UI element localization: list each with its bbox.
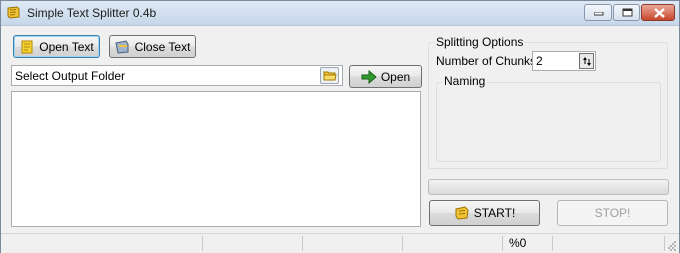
spin-arrows-icon [583, 57, 591, 66]
status-panel-3 [303, 236, 403, 251]
close-text-label: Close Text [134, 39, 191, 54]
yellow-note-icon [21, 40, 33, 53]
maximize-button[interactable] [613, 4, 640, 21]
app-icon [7, 6, 20, 19]
close-icon [654, 8, 665, 18]
splitting-options-title: Splitting Options [434, 35, 526, 49]
browse-folder-button[interactable] [320, 67, 339, 84]
open-text-button[interactable]: Open Text [13, 35, 100, 58]
app-window: Simple Text Splitter 0.4b Open Text Clos… [0, 0, 680, 253]
output-folder-value: Select Output Folder [15, 69, 126, 83]
close-window-button[interactable] [641, 4, 675, 21]
chunks-spin-buttons[interactable] [579, 53, 594, 69]
maximize-icon [622, 8, 633, 17]
stop-button[interactable]: STOP! [557, 200, 668, 226]
status-progress-percent: %0 [503, 236, 553, 251]
minimize-icon [594, 12, 604, 16]
naming-title: Naming [442, 74, 488, 88]
stop-label: STOP! [594, 206, 631, 220]
naming-group [436, 82, 661, 162]
start-button[interactable]: START! [429, 200, 540, 226]
chunks-label: Number of Chunks: [436, 54, 540, 68]
status-bar: %0 [1, 233, 679, 253]
chunks-spinner[interactable]: 2 [532, 51, 596, 71]
chunks-value: 2 [536, 54, 543, 68]
close-doc-icon [115, 39, 129, 54]
client-area: Open Text Close Text Select Output Folde… [1, 26, 679, 253]
start-icon [455, 206, 469, 220]
open-text-label: Open Text [39, 39, 94, 54]
start-label: START! [473, 206, 516, 220]
status-panel-2 [203, 236, 303, 251]
window-title: Simple Text Splitter 0.4b [27, 6, 157, 20]
status-panel-6 [553, 236, 665, 251]
resize-grip-icon[interactable] [665, 239, 677, 251]
split-progress-bar [428, 179, 669, 195]
text-preview-area[interactable] [11, 91, 421, 227]
minimize-button[interactable] [584, 4, 612, 21]
close-text-button[interactable]: Close Text [109, 35, 196, 58]
open-folder-label: Open [380, 69, 411, 84]
open-folder-button[interactable]: Open [349, 65, 422, 88]
title-bar[interactable]: Simple Text Splitter 0.4b [1, 1, 679, 26]
status-panel-4 [403, 236, 503, 251]
folder-icon [323, 71, 337, 81]
output-folder-field[interactable]: Select Output Folder [11, 65, 343, 86]
green-arrow-icon [361, 69, 377, 84]
status-panel-1 [1, 236, 203, 251]
